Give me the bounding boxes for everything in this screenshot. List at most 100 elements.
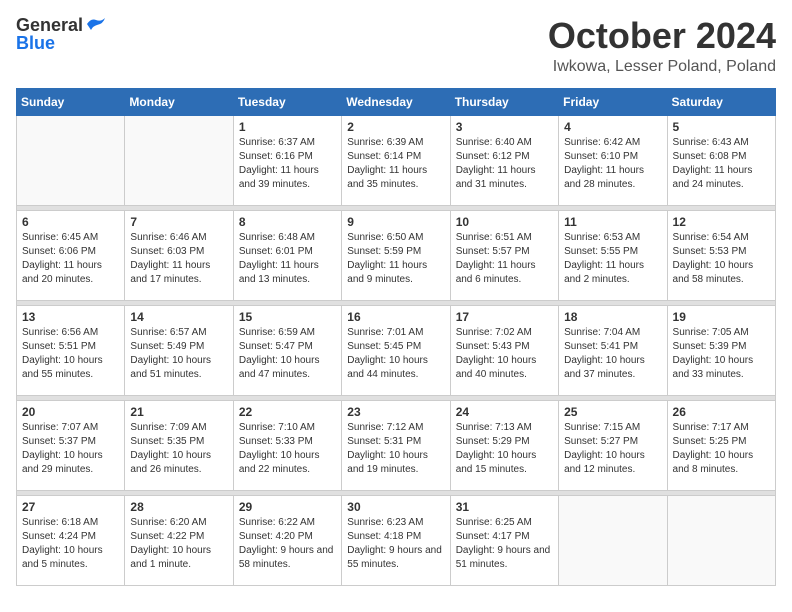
day-info: Sunrise: 6:56 AM Sunset: 5:51 PM Dayligh… [22,326,119,382]
day-number: 31 [456,500,553,514]
calendar-cell: 13 Sunrise: 6:56 AM Sunset: 5:51 PM Dayli… [17,305,125,395]
day-number: 28 [130,500,227,514]
day-info: Sunrise: 6:51 AM Sunset: 5:57 PM Dayligh… [456,231,553,287]
calendar-cell: 8Sunrise: 6:48 AM Sunset: 6:01 PM Daylig… [233,210,341,300]
day-info: Sunrise: 7:01 AM Sunset: 5:45 PM Dayligh… [347,326,444,382]
calendar-cell: 22 Sunrise: 7:10 AM Sunset: 5:33 PM Dayli… [233,400,341,490]
day-info: Sunrise: 6:53 AM Sunset: 5:55 PM Dayligh… [564,231,661,287]
day-number: 24 [456,405,553,419]
day-info: Sunrise: 6:23 AM Sunset: 4:18 PM Dayligh… [347,516,444,572]
day-number: 10 [456,215,553,229]
day-info: Sunrise: 6:20 AM Sunset: 4:22 PM Dayligh… [130,516,227,572]
day-number: 9 [347,215,444,229]
day-number: 5 [673,120,770,134]
day-number: 19 [673,310,770,324]
day-info: Sunrise: 6:50 AM Sunset: 5:59 PM Dayligh… [347,231,444,287]
day-number: 16 [347,310,444,324]
calendar-cell: 21 Sunrise: 7:09 AM Sunset: 5:35 PM Dayli… [125,400,233,490]
day-number: 4 [564,120,661,134]
calendar-week-5: 27 Sunrise: 6:18 AM Sunset: 4:24 PM Dayli… [17,495,776,585]
day-info: Sunrise: 6:42 AM Sunset: 6:10 PM Dayligh… [564,136,661,192]
logo-blue-text: Blue [16,34,107,54]
day-number: 17 [456,310,553,324]
day-number: 25 [564,405,661,419]
day-info: Sunrise: 6:18 AM Sunset: 4:24 PM Dayligh… [22,516,119,572]
day-info: Sunrise: 7:07 AM Sunset: 5:37 PM Dayligh… [22,421,119,477]
day-number: 6 [22,215,119,229]
day-number: 2 [347,120,444,134]
page-header: General Blue October 2024 Iwkowa, Lesser… [16,16,776,76]
day-info: Sunrise: 6:25 AM Sunset: 4:17 PM Dayligh… [456,516,553,572]
day-number: 11 [564,215,661,229]
calendar-cell: 19Sunrise: 7:05 AM Sunset: 5:39 PM Dayli… [667,305,775,395]
day-info: Sunrise: 7:10 AM Sunset: 5:33 PM Dayligh… [239,421,336,477]
calendar-cell: 23 Sunrise: 7:12 AM Sunset: 5:31 PM Dayli… [342,400,450,490]
location-title: Iwkowa, Lesser Poland, Poland [548,58,776,76]
day-number: 20 [22,405,119,419]
day-info: Sunrise: 6:39 AM Sunset: 6:14 PM Dayligh… [347,136,444,192]
calendar-cell: 30 Sunrise: 6:23 AM Sunset: 4:18 PM Dayli… [342,495,450,585]
calendar-cell [559,495,667,585]
calendar-cell: 9 Sunrise: 6:50 AM Sunset: 5:59 PM Daylig… [342,210,450,300]
month-title: October 2024 [548,16,776,56]
calendar-cell: 2 Sunrise: 6:39 AM Sunset: 6:14 PM Daylig… [342,115,450,205]
day-header-wednesday: Wednesday [342,88,450,115]
calendar-cell: 15Sunrise: 6:59 AM Sunset: 5:47 PM Dayli… [233,305,341,395]
calendar-cell: 6 Sunrise: 6:45 AM Sunset: 6:06 PM Daylig… [17,210,125,300]
calendar-cell: 16 Sunrise: 7:01 AM Sunset: 5:45 PM Dayli… [342,305,450,395]
day-number: 29 [239,500,336,514]
day-number: 13 [22,310,119,324]
calendar-cell: 31 Sunrise: 6:25 AM Sunset: 4:17 PM Dayli… [450,495,558,585]
calendar-cell: 1 Sunrise: 6:37 AM Sunset: 6:16 PM Daylig… [233,115,341,205]
day-info: Sunrise: 6:40 AM Sunset: 6:12 PM Dayligh… [456,136,553,192]
day-number: 12 [673,215,770,229]
calendar-week-2: 6 Sunrise: 6:45 AM Sunset: 6:06 PM Daylig… [17,210,776,300]
calendar-cell: 27 Sunrise: 6:18 AM Sunset: 4:24 PM Dayli… [17,495,125,585]
day-info: Sunrise: 7:02 AM Sunset: 5:43 PM Dayligh… [456,326,553,382]
day-info: Sunrise: 6:45 AM Sunset: 6:06 PM Dayligh… [22,231,119,287]
day-header-saturday: Saturday [667,88,775,115]
day-number: 23 [347,405,444,419]
day-info: Sunrise: 7:04 AM Sunset: 5:41 PM Dayligh… [564,326,661,382]
calendar-cell: 18Sunrise: 7:04 AM Sunset: 5:41 PM Dayli… [559,305,667,395]
day-info: Sunrise: 6:48 AM Sunset: 6:01 PM Dayligh… [239,231,336,287]
calendar-cell: 25 Sunrise: 7:15 AM Sunset: 5:27 PM Dayli… [559,400,667,490]
calendar-cell: 28 Sunrise: 6:20 AM Sunset: 4:22 PM Dayli… [125,495,233,585]
calendar-cell: 4 Sunrise: 6:42 AM Sunset: 6:10 PM Daylig… [559,115,667,205]
day-number: 22 [239,405,336,419]
day-info: Sunrise: 6:43 AM Sunset: 6:08 PM Dayligh… [673,136,770,192]
calendar-cell [125,115,233,205]
calendar-header-row: SundayMondayTuesdayWednesdayThursdayFrid… [17,88,776,115]
logo: General Blue [16,16,107,54]
calendar-week-1: 1 Sunrise: 6:37 AM Sunset: 6:16 PM Daylig… [17,115,776,205]
day-header-monday: Monday [125,88,233,115]
day-header-thursday: Thursday [450,88,558,115]
day-number: 30 [347,500,444,514]
calendar-cell: 26Sunrise: 7:17 AM Sunset: 5:25 PM Dayli… [667,400,775,490]
day-info: Sunrise: 6:46 AM Sunset: 6:03 PM Dayligh… [130,231,227,287]
calendar-cell: 5 Sunrise: 6:43 AM Sunset: 6:08 PM Daylig… [667,115,775,205]
calendar-cell: 11 Sunrise: 6:53 AM Sunset: 5:55 PM Dayli… [559,210,667,300]
day-info: Sunrise: 7:15 AM Sunset: 5:27 PM Dayligh… [564,421,661,477]
day-number: 27 [22,500,119,514]
day-info: Sunrise: 7:09 AM Sunset: 5:35 PM Dayligh… [130,421,227,477]
day-info: Sunrise: 7:12 AM Sunset: 5:31 PM Dayligh… [347,421,444,477]
calendar-cell: 3Sunrise: 6:40 AM Sunset: 6:12 PM Daylig… [450,115,558,205]
day-number: 15 [239,310,336,324]
calendar-table: SundayMondayTuesdayWednesdayThursdayFrid… [16,88,776,586]
day-info: Sunrise: 6:22 AM Sunset: 4:20 PM Dayligh… [239,516,336,572]
calendar-cell: 10 Sunrise: 6:51 AM Sunset: 5:57 PM Dayli… [450,210,558,300]
day-info: Sunrise: 6:57 AM Sunset: 5:49 PM Dayligh… [130,326,227,382]
day-number: 1 [239,120,336,134]
calendar-week-4: 20 Sunrise: 7:07 AM Sunset: 5:37 PM Dayli… [17,400,776,490]
day-number: 14 [130,310,227,324]
day-number: 21 [130,405,227,419]
calendar-cell [17,115,125,205]
day-number: 7 [130,215,227,229]
day-info: Sunrise: 6:37 AM Sunset: 6:16 PM Dayligh… [239,136,336,192]
day-header-sunday: Sunday [17,88,125,115]
calendar-week-3: 13 Sunrise: 6:56 AM Sunset: 5:51 PM Dayli… [17,305,776,395]
day-header-friday: Friday [559,88,667,115]
calendar-cell: 12Sunrise: 6:54 AM Sunset: 5:53 PM Dayli… [667,210,775,300]
day-number: 26 [673,405,770,419]
